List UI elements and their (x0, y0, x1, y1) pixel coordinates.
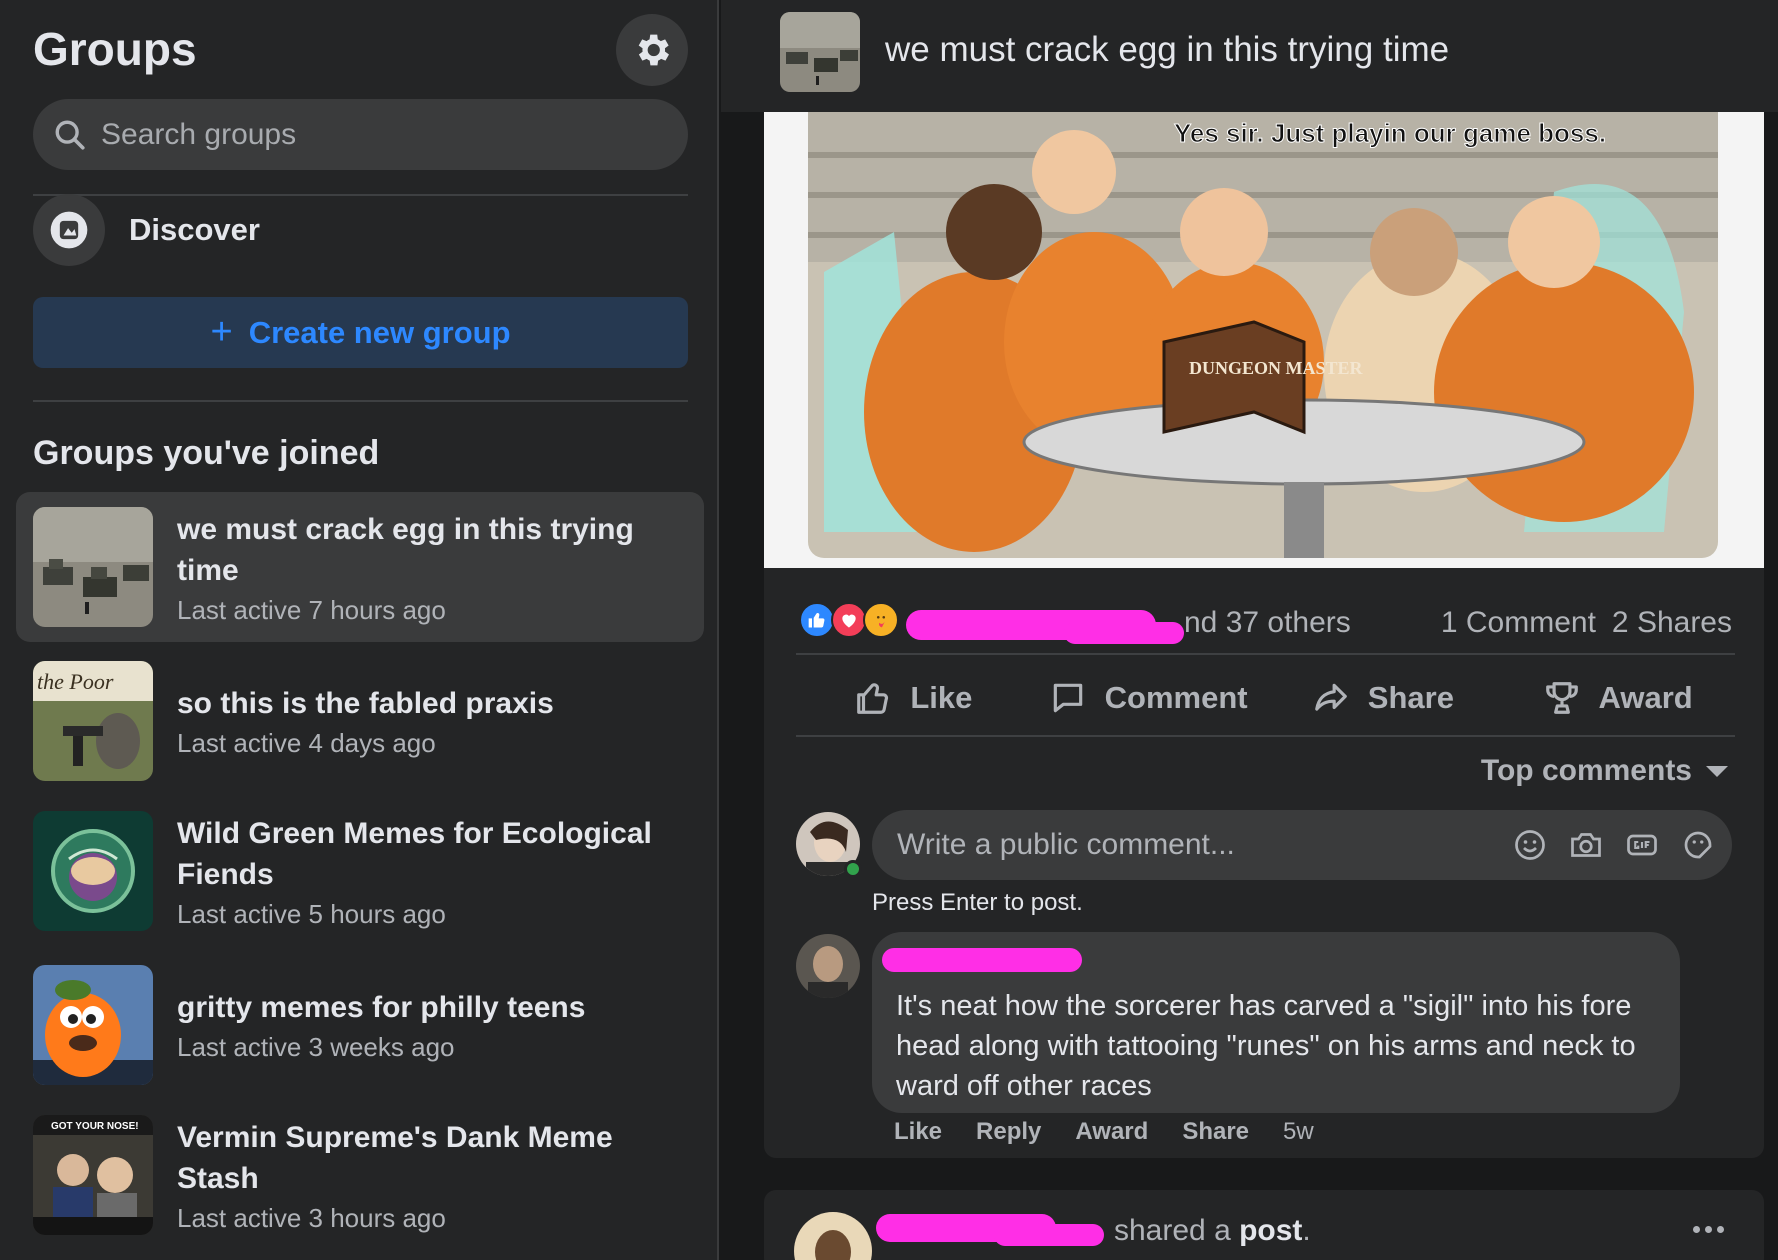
gear-icon (638, 34, 669, 66)
group-header-title: we must crack egg in this trying time (885, 30, 1450, 69)
thumbs-up-icon (857, 683, 889, 714)
group-last-active: Last active 3 hours ago (177, 1203, 446, 1233)
trophy-icon (1545, 682, 1578, 714)
comment-timestamp[interactable]: 5w (1283, 1118, 1314, 1146)
award-button[interactable]: Award (1500, 662, 1735, 734)
svg-text:DUNGEON MASTER: DUNGEON MASTER (1189, 358, 1364, 378)
reactions-others-text[interactable]: nd 37 others (1184, 606, 1351, 640)
redacted-commenter-name (882, 948, 1082, 972)
comment-text: It's neat how the sorcerer has carved a … (896, 990, 1636, 1102)
shared-text: shared a (1114, 1214, 1231, 1247)
reaction-icons[interactable] (799, 602, 899, 638)
discover-icon (33, 194, 105, 266)
search-icon (55, 120, 85, 150)
discover-link[interactable]: Discover (33, 194, 688, 266)
post-action-bar: Like Comment Share Award (796, 662, 1735, 734)
share-label: Share (1367, 680, 1454, 715)
plus-icon: + (210, 311, 233, 353)
caret-down-icon (1706, 765, 1728, 777)
create-new-group-label: Create new group (248, 314, 511, 350)
group-item[interactable]: Wild Green Memes for Ecological Fiends L… (16, 796, 704, 946)
love-icon (831, 602, 867, 638)
post-link[interactable]: post (1239, 1214, 1302, 1247)
online-status-dot (844, 860, 862, 878)
group-header-thumbnail[interactable] (780, 12, 860, 92)
group-last-active: Last active 7 hours ago (177, 595, 446, 625)
comment-input[interactable] (897, 828, 1497, 862)
settings-button[interactable] (616, 14, 688, 86)
sort-comments-label: Top comments (1480, 754, 1692, 787)
discover-label: Discover (129, 212, 260, 247)
groups-sidebar: Groups Discover + Create new group Group… (0, 0, 719, 1260)
group-item[interactable]: gritty memes for philly teens Last activ… (16, 950, 704, 1100)
shared-a-post-text: shared a post. (1114, 1214, 1311, 1248)
post-stats: nd 37 others 1 Comment 2 Shares (764, 588, 1764, 658)
group-thumbnail (33, 507, 153, 627)
sort-comments-dropdown[interactable]: Top comments (1481, 754, 1728, 788)
post-card: DUNGEON MASTER Yes sir. Just playin our … (764, 112, 1764, 1158)
group-last-active: Last active 4 days ago (177, 728, 436, 758)
award-label: Award (1598, 680, 1693, 715)
like-icon (799, 602, 835, 638)
redacted-author-name (994, 1224, 1104, 1246)
sticker-icon[interactable] (1680, 827, 1716, 863)
shared-period: . (1302, 1214, 1311, 1247)
group-header: we must crack egg in this trying time (721, 0, 1778, 112)
comment-icon (1053, 683, 1082, 713)
commenter-avatar[interactable] (796, 934, 860, 998)
group-item[interactable]: the Poor so this is the fabled praxis La… (16, 646, 704, 796)
group-name: so this is the fabled praxis (177, 687, 554, 720)
divider (796, 653, 1735, 655)
comment-input-box[interactable] (872, 810, 1732, 880)
group-thumbnail (33, 965, 153, 1085)
more-options-icon[interactable] (1693, 1226, 1724, 1233)
group-thumbnail: GOT YOUR NOSE! (33, 1115, 153, 1235)
camera-icon[interactable] (1568, 827, 1604, 863)
group-name: we must crack egg in this trying time (177, 513, 634, 587)
group-item[interactable]: we must crack egg in this trying time La… (16, 492, 704, 642)
gif-icon[interactable] (1624, 827, 1660, 863)
shares-count[interactable]: 2 Shares (1612, 606, 1732, 640)
share-icon (1314, 683, 1347, 711)
groups-joined-heading: Groups you've joined (33, 434, 380, 472)
search-groups-field[interactable] (33, 99, 688, 170)
group-last-active: Last active 3 weeks ago (177, 1032, 455, 1062)
next-post-card: shared a post. (764, 1190, 1764, 1260)
comment-actions: Like Reply Award Share 5w (894, 1118, 1314, 1146)
like-button[interactable]: Like (796, 662, 1031, 734)
like-label: Like (910, 680, 973, 715)
group-item[interactable]: GOT YOUR NOSE! Vermin Supreme's Dank Mem… (16, 1100, 704, 1250)
emoji-icon[interactable] (1512, 827, 1548, 863)
divider (796, 735, 1735, 737)
redacted-names (1064, 622, 1184, 644)
post-image[interactable]: DUNGEON MASTER Yes sir. Just playin our … (764, 112, 1764, 568)
comment-bubble: It's neat how the sorcerer has carved a … (872, 932, 1680, 1113)
group-last-active: Last active 5 hours ago (177, 899, 446, 929)
comment-label: Comment (1104, 680, 1248, 715)
care-icon (863, 602, 899, 638)
comment-share-link[interactable]: Share (1182, 1118, 1249, 1146)
comment-reply-link[interactable]: Reply (976, 1118, 1041, 1146)
comment-award-link[interactable]: Award (1075, 1118, 1148, 1146)
group-name: gritty memes for philly teens (177, 991, 586, 1024)
group-name: Wild Green Memes for Ecological Fiends (177, 817, 652, 891)
sidebar-title: Groups (33, 23, 197, 75)
group-name: Vermin Supreme's Dank Meme Stash (177, 1121, 613, 1195)
group-thumbnail (33, 811, 153, 931)
svg-text:GOT YOUR NOSE!: GOT YOUR NOSE! (51, 1121, 139, 1132)
press-enter-hint: Press Enter to post. (872, 889, 1083, 916)
search-groups-input[interactable] (101, 117, 661, 152)
group-feed: we must crack egg in this trying time DU… (721, 0, 1778, 1260)
comments-count[interactable]: 1 Comment (1441, 606, 1596, 640)
comment-like-link[interactable]: Like (894, 1118, 942, 1146)
create-new-group-button[interactable]: + Create new group (33, 297, 688, 368)
svg-text:the Poor: the Poor (37, 669, 114, 694)
divider (33, 400, 688, 402)
comment-button[interactable]: Comment (1031, 662, 1266, 734)
next-post-avatar[interactable] (794, 1212, 872, 1260)
share-button[interactable]: Share (1266, 662, 1501, 734)
svg-text:Yes sir. Just playin our game: Yes sir. Just playin our game boss. (1174, 118, 1606, 148)
group-thumbnail: the Poor (33, 661, 153, 781)
